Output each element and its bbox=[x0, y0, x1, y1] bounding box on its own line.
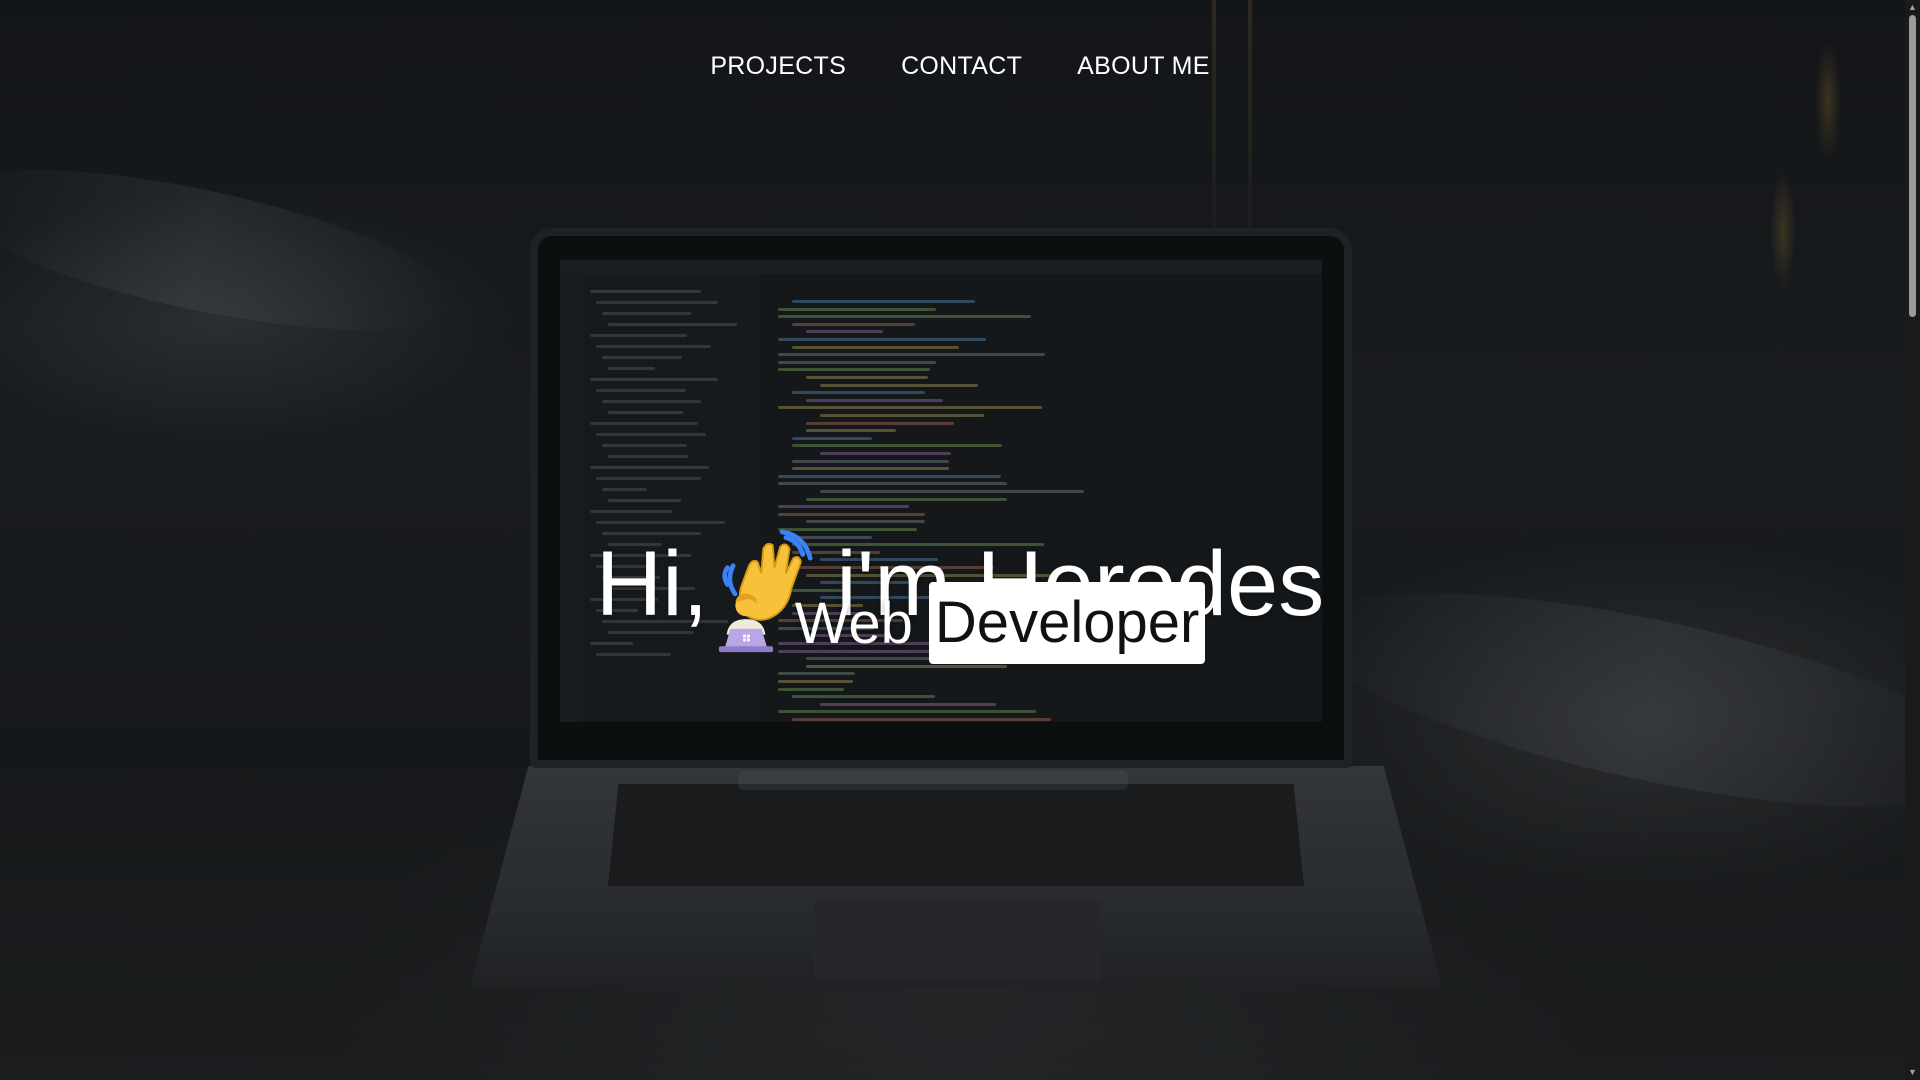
nav-link-about-me[interactable]: ABOUT ME bbox=[1077, 52, 1210, 81]
hero-subtitle-word: Web bbox=[794, 590, 913, 656]
page-scrollbar[interactable]: ▲ ▼ bbox=[1905, 0, 1920, 1080]
nav-link-contact[interactable]: CONTACT bbox=[901, 52, 1022, 81]
hero-subtitle: Web Developer bbox=[0, 582, 1920, 664]
nav-link-projects[interactable]: PROJECTS bbox=[710, 52, 846, 81]
arrow-up-icon[interactable]: ▲ bbox=[1905, 0, 1920, 15]
arrow-down-icon[interactable]: ▼ bbox=[1905, 1065, 1920, 1080]
technologist-icon bbox=[718, 593, 773, 653]
hero-subtitle-highlight: Developer bbox=[928, 582, 1206, 664]
scrollbar-thumb[interactable] bbox=[1909, 15, 1916, 317]
main-nav: PROJECTS CONTACT ABOUT ME bbox=[0, 52, 1920, 81]
